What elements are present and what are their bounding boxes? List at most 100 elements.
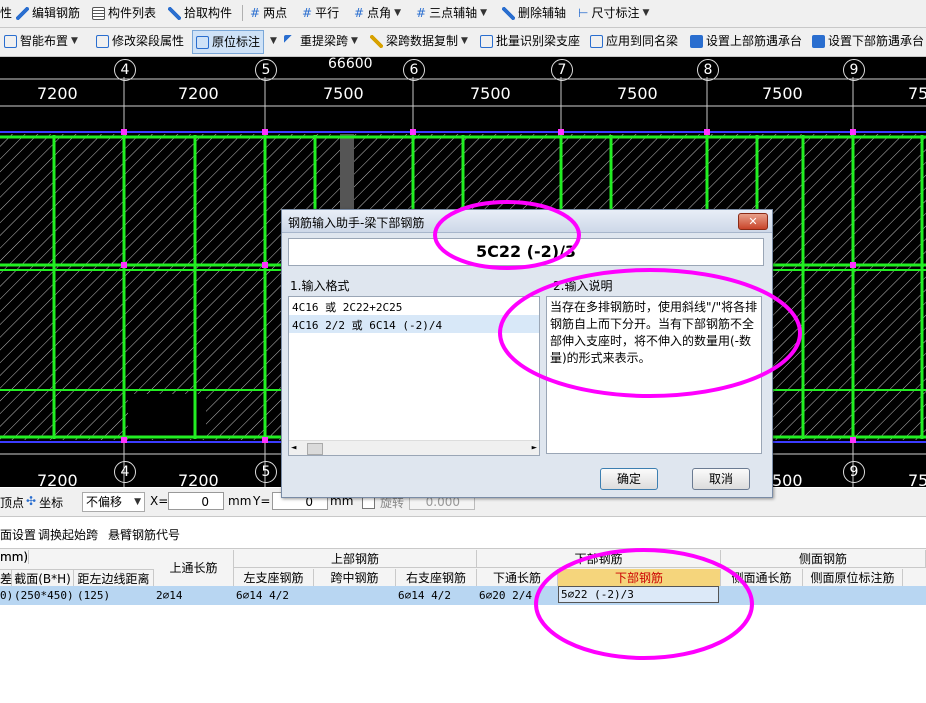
- cell-left-distance[interactable]: (125): [77, 586, 110, 605]
- column-header-bottom-rebar[interactable]: 下部钢筋: [558, 569, 721, 586]
- span-dimension: 7200: [37, 84, 78, 103]
- re-extract-icon: [284, 34, 297, 48]
- chevron-down-icon[interactable]: ▼: [351, 28, 358, 54]
- cell-top-continuous[interactable]: 2⌀14: [156, 586, 183, 605]
- cell-section[interactable]: (250*450): [14, 586, 74, 605]
- description-header: 2.输入说明: [553, 279, 613, 293]
- chevron-down-icon[interactable]: ▼: [270, 28, 277, 54]
- axis-label-top: 7: [551, 59, 573, 81]
- delete-axis-button[interactable]: 删除辅轴: [502, 0, 566, 26]
- column-header-section[interactable]: 截面(B*H): [12, 569, 74, 586]
- copy-icon: [370, 34, 383, 48]
- toolbar-beam: 智能布置 ▼ 修改梁段属性 原位标注 ▼ 重提梁跨 ▼ 梁跨数据复制 ▼ 批量识别梁支…: [0, 28, 926, 57]
- face-settings-button[interactable]: 面设置: [0, 526, 36, 543]
- column-header-side-in-situ[interactable]: 侧面原位标注筋: [803, 569, 903, 586]
- column-header-bottom-continuous[interactable]: 下通长筋: [477, 569, 558, 586]
- three-point-axis-button[interactable]: # 三点辅轴 ▼: [416, 0, 487, 26]
- top-rebar-icon: [690, 34, 703, 48]
- axis-label-bottom: 4: [114, 461, 136, 483]
- cantilever-rebar-code-button[interactable]: 悬臂钢筋代号: [108, 526, 180, 543]
- column-header-right-support[interactable]: 右支座钢筋: [396, 569, 477, 586]
- toolbar-top: 性 编辑钢筋 构件列表 拾取构件 # 两点 # 平行 # 点角 ▼ # 三点辅轴 ▼ 删除辅…: [0, 0, 926, 28]
- ok-button[interactable]: 确定: [600, 468, 658, 490]
- list-item[interactable]: 4C16 2/2 或 6C14 (-2)/4: [289, 315, 539, 333]
- apply-same-beam-button[interactable]: 应用到同名梁: [590, 28, 678, 54]
- axis-label-top: 9: [843, 59, 865, 81]
- smart-layout-icon: [4, 34, 17, 48]
- x-coordinate-input[interactable]: 0: [168, 492, 224, 510]
- two-point-axis-button[interactable]: # 两点: [250, 0, 287, 26]
- top-rebar-pile-cap-button[interactable]: 设置上部筋遇承台: [690, 28, 802, 54]
- dimension-button[interactable]: ⊢ 尺寸标注 ▼: [578, 0, 649, 26]
- scroll-left-icon[interactable]: ◄: [291, 441, 296, 455]
- modify-beam-segment-button[interactable]: 修改梁段属性: [96, 28, 184, 54]
- scroll-thumb[interactable]: [307, 443, 323, 455]
- component-list-button[interactable]: 构件列表: [92, 0, 156, 26]
- list-item[interactable]: 4C16 或 2C22+2C25: [289, 297, 539, 315]
- format-header: 1.输入格式: [290, 279, 350, 293]
- delete-axis-icon: [502, 6, 515, 20]
- cell-bottom-rebar-editing[interactable]: 5⌀22 (-2)/3: [558, 586, 719, 603]
- chevron-down-icon[interactable]: ▼: [642, 0, 649, 26]
- pick-component-button[interactable]: 拾取构件: [168, 0, 232, 26]
- chevron-down-icon[interactable]: ▼: [480, 0, 487, 26]
- smart-layout-button[interactable]: 智能布置 ▼: [4, 28, 78, 54]
- two-point-icon: #: [250, 6, 261, 20]
- cancel-button[interactable]: 取消: [692, 468, 750, 490]
- toolbar-item-property[interactable]: 性: [0, 0, 12, 26]
- table-toolbar: 面设置 调换起始跨 悬臂钢筋代号: [0, 520, 926, 546]
- in-situ-annotation-button[interactable]: 原位标注: [192, 30, 265, 54]
- batch-identify-icon: [480, 34, 493, 48]
- edit-rebar-button[interactable]: 编辑钢筋: [16, 0, 80, 26]
- column-header-left-support[interactable]: 左支座钢筋: [234, 569, 314, 586]
- axis-label-bottom: 5: [255, 461, 277, 483]
- parallel-icon: #: [302, 6, 313, 20]
- column-header-side-continuous[interactable]: 侧面通长筋: [721, 569, 803, 586]
- bottom-rebar-pile-cap-button[interactable]: 设置下部筋遇承台: [812, 28, 924, 54]
- span-dimension: 7500: [617, 84, 658, 103]
- column-header-top-continuous[interactable]: 上通长筋: [154, 550, 234, 586]
- header-group-top-rebar: 上部钢筋: [234, 550, 477, 568]
- offset-select[interactable]: 不偏移 ▼: [82, 492, 145, 512]
- cell-left-support[interactable]: 6⌀14 4/2: [236, 586, 289, 605]
- span-dimension-bottom: 7200: [37, 471, 78, 487]
- header-group-unit: mm): [0, 550, 29, 564]
- column-header-midspan[interactable]: 跨中钢筋: [314, 569, 396, 586]
- apply-icon: [590, 34, 603, 48]
- cell-right-support[interactable]: 6⌀14 4/2: [398, 586, 451, 605]
- horizontal-scrollbar[interactable]: ◄ ►: [289, 440, 539, 455]
- batch-identify-support-button[interactable]: 批量识别梁支座: [480, 28, 580, 54]
- cell-span[interactable]: 0): [0, 586, 13, 605]
- point-angle-button[interactable]: # 点角 ▼: [354, 0, 401, 26]
- format-list[interactable]: 4C16 或 2C22+2C25 4C16 2/2 或 6C14 (-2)/4 …: [288, 296, 540, 456]
- swap-start-span-button[interactable]: 调换起始跨: [38, 526, 98, 543]
- column-header-span[interactable]: 差: [0, 569, 12, 586]
- column-header-left-distance[interactable]: 距左边线距离: [74, 569, 154, 586]
- annotation-icon: [196, 35, 209, 49]
- table-row[interactable]: [0, 586, 926, 605]
- re-extract-span-button[interactable]: 重提梁跨 ▼: [284, 28, 358, 54]
- dialog-titlebar[interactable]: 钢筋输入助手-梁下部钢筋 ✕: [282, 210, 772, 233]
- snap-vertex-toggle[interactable]: 顶点: [0, 494, 24, 511]
- scroll-right-icon[interactable]: ►: [532, 441, 537, 455]
- toolbar-separator: [242, 5, 243, 21]
- chevron-down-icon[interactable]: ▼: [461, 28, 468, 54]
- pick-icon: [168, 6, 181, 20]
- span-dimension: 7500: [470, 84, 511, 103]
- close-icon[interactable]: ✕: [738, 213, 768, 230]
- axis-label-top: 4: [114, 59, 136, 81]
- chevron-down-icon[interactable]: ▼: [71, 28, 78, 54]
- cell-bottom-continuous[interactable]: 6⌀20 2/4: [479, 586, 532, 605]
- span-data-copy-button[interactable]: 梁跨数据复制 ▼: [370, 28, 468, 54]
- chevron-down-icon[interactable]: ▼: [394, 0, 401, 26]
- span-dimension-bottom: 7200: [178, 471, 219, 487]
- annotation-dropdown[interactable]: ▼: [270, 28, 277, 54]
- bottom-rebar-icon: [812, 34, 825, 48]
- header-group-bottom-rebar: 下部钢筋: [477, 550, 721, 568]
- span-dimension-bottom: 500: [772, 471, 803, 487]
- rebar-input-field[interactable]: 5C22 (-2)/3: [288, 238, 764, 266]
- parallel-axis-button[interactable]: # 平行: [302, 0, 339, 26]
- span-dimension: 7200: [178, 84, 219, 103]
- coordinate-toggle[interactable]: ✣ 坐标: [26, 494, 63, 511]
- span-dimension-bottom: 75: [908, 471, 926, 487]
